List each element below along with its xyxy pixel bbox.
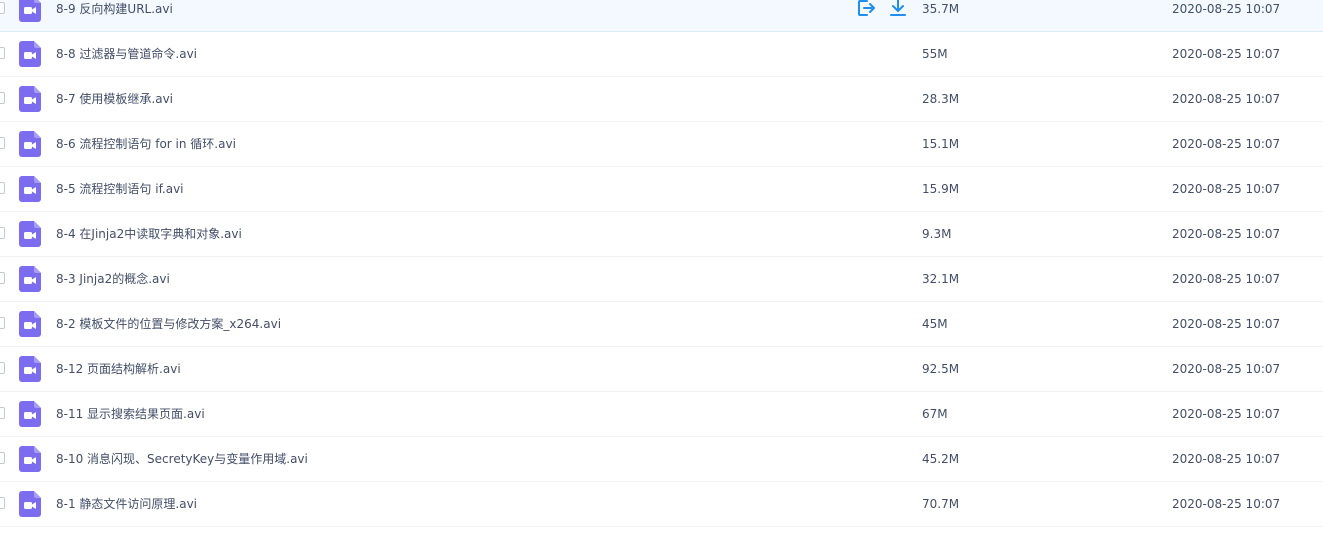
row-checkbox[interactable] xyxy=(0,407,5,419)
file-row[interactable]: 8-7 使用模板继承.avi 28.3M 2020-08-25 10:07 xyxy=(0,77,1323,122)
file-date: 2020-08-25 10:07 xyxy=(1172,452,1281,466)
file-size: 70.7M xyxy=(922,497,960,511)
row-checkbox[interactable] xyxy=(0,272,5,284)
file-name[interactable]: 8-8 过滤器与管道命令.avi xyxy=(56,46,197,62)
file-row[interactable]: 8-10 消息闪现、SecretyKey与变量作用域.avi 45.2M 202… xyxy=(0,437,1323,482)
file-row[interactable]: 8-9 反向构建URL.avi 35.7M 2020-08-25 10:07 xyxy=(0,0,1323,32)
file-size: 67M xyxy=(922,407,948,421)
file-row[interactable]: 8-8 过滤器与管道命令.avi 55M 2020-08-25 10:07 xyxy=(0,32,1323,77)
file-list: 8-9 反向构建URL.avi 35.7M 2020-08-25 10:07 8… xyxy=(0,0,1323,538)
file-size: 35.7M xyxy=(922,2,960,16)
video-file-icon xyxy=(19,266,41,292)
file-size: 9.3M xyxy=(922,227,952,241)
file-row[interactable]: 8-4 在Jinja2中读取字典和对象.avi 9.3M 2020-08-25 … xyxy=(0,212,1323,257)
download-icon xyxy=(890,0,906,16)
file-size: 92.5M xyxy=(922,362,960,376)
video-file-icon xyxy=(19,176,41,202)
video-file-icon xyxy=(19,221,41,247)
file-date: 2020-08-25 10:07 xyxy=(1172,137,1281,151)
file-date: 2020-08-25 10:07 xyxy=(1172,227,1281,241)
file-row[interactable]: 8-1 静态文件访问原理.avi 70.7M 2020-08-25 10:07 xyxy=(0,482,1323,527)
file-size: 55M xyxy=(922,47,948,61)
file-row[interactable]: 8-6 流程控制语句 for in 循环.avi 15.1M 2020-08-2… xyxy=(0,122,1323,167)
file-name[interactable]: 8-6 流程控制语句 for in 循环.avi xyxy=(56,136,236,152)
file-name[interactable]: 8-12 页面结构解析.avi xyxy=(56,361,181,377)
file-name[interactable]: 8-7 使用模板继承.avi xyxy=(56,91,173,107)
video-file-icon xyxy=(19,311,41,337)
file-name[interactable]: 8-2 模板文件的位置与修改方案_x264.avi xyxy=(56,316,281,332)
file-date: 2020-08-25 10:07 xyxy=(1172,2,1281,16)
file-date: 2020-08-25 10:07 xyxy=(1172,407,1281,421)
video-file-icon xyxy=(19,356,41,382)
row-checkbox[interactable] xyxy=(0,452,5,464)
row-checkbox[interactable] xyxy=(0,2,5,14)
row-checkbox[interactable] xyxy=(0,92,5,104)
file-date: 2020-08-25 10:07 xyxy=(1172,497,1281,511)
file-name[interactable]: 8-11 显示搜索结果页面.avi xyxy=(56,406,205,422)
file-size: 15.1M xyxy=(922,137,960,151)
video-file-icon xyxy=(19,131,41,157)
file-row[interactable]: 8-12 页面结构解析.avi 92.5M 2020-08-25 10:07 xyxy=(0,347,1323,392)
video-file-icon xyxy=(19,401,41,427)
file-size: 28.3M xyxy=(922,92,960,106)
file-name[interactable]: 8-3 Jinja2的概念.avi xyxy=(56,271,170,287)
file-row[interactable]: 8-2 模板文件的位置与修改方案_x264.avi 45M 2020-08-25… xyxy=(0,302,1323,347)
file-row[interactable]: 8-5 流程控制语句 if.avi 15.9M 2020-08-25 10:07 xyxy=(0,167,1323,212)
file-name[interactable]: 8-10 消息闪现、SecretyKey与变量作用域.avi xyxy=(56,451,308,467)
file-name[interactable]: 8-1 静态文件访问原理.avi xyxy=(56,496,197,512)
row-checkbox[interactable] xyxy=(0,47,5,59)
video-file-icon xyxy=(19,491,41,517)
file-date: 2020-08-25 10:07 xyxy=(1172,272,1281,286)
file-date: 2020-08-25 10:07 xyxy=(1172,362,1281,376)
row-checkbox[interactable] xyxy=(0,497,5,509)
share-icon xyxy=(858,0,875,16)
row-checkbox[interactable] xyxy=(0,137,5,149)
file-date: 2020-08-25 10:07 xyxy=(1172,182,1281,196)
file-size: 32.1M xyxy=(922,272,960,286)
file-size: 45.2M xyxy=(922,452,960,466)
file-size: 45M xyxy=(922,317,948,331)
video-file-icon xyxy=(19,446,41,472)
file-name[interactable]: 8-9 反向构建URL.avi xyxy=(56,1,173,17)
file-date: 2020-08-25 10:07 xyxy=(1172,92,1281,106)
file-date: 2020-08-25 10:07 xyxy=(1172,47,1281,61)
video-file-icon xyxy=(19,41,41,67)
share-button[interactable] xyxy=(855,0,877,19)
file-name[interactable]: 8-5 流程控制语句 if.avi xyxy=(56,181,184,197)
row-checkbox[interactable] xyxy=(0,362,5,374)
video-file-icon xyxy=(19,86,41,112)
row-checkbox[interactable] xyxy=(0,317,5,329)
video-file-icon xyxy=(19,0,41,22)
file-date: 2020-08-25 10:07 xyxy=(1172,317,1281,331)
file-row[interactable]: 8-11 显示搜索结果页面.avi 67M 2020-08-25 10:07 xyxy=(0,392,1323,437)
file-name[interactable]: 8-4 在Jinja2中读取字典和对象.avi xyxy=(56,226,242,242)
file-size: 15.9M xyxy=(922,182,960,196)
row-checkbox[interactable] xyxy=(0,227,5,239)
download-button[interactable] xyxy=(887,0,909,19)
file-row[interactable]: 8-3 Jinja2的概念.avi 32.1M 2020-08-25 10:07 xyxy=(0,257,1323,302)
row-checkbox[interactable] xyxy=(0,182,5,194)
